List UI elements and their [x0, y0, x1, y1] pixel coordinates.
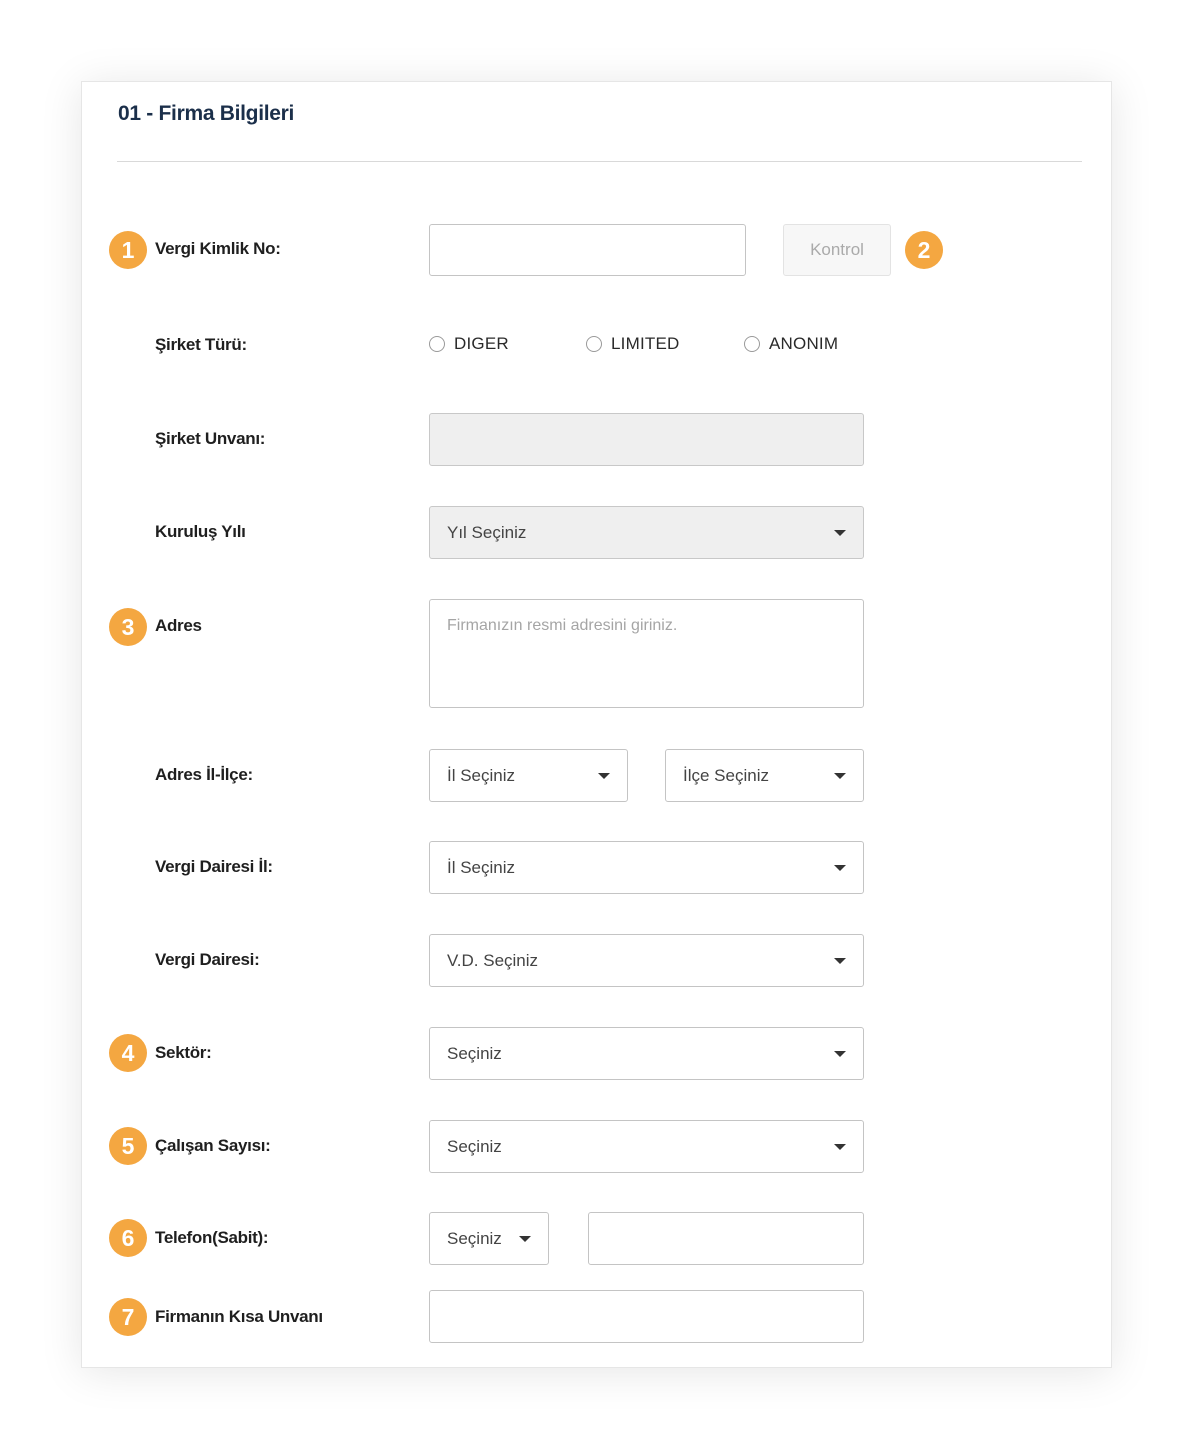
company-info-card: 01 - Firma Bilgileri 1 Vergi Kimlik No: …	[81, 81, 1112, 1368]
kisa-unvan-label: Firmanın Kısa Unvanı	[155, 1307, 323, 1326]
sektor-label: Sektör:	[155, 1043, 212, 1062]
step-badge-1: 1	[109, 231, 147, 269]
row-sirket-unvani: Şirket Unvanı:	[82, 413, 1111, 466]
radio-limited-circle[interactable]	[586, 336, 602, 352]
telefon-code-selected: Seçiniz	[447, 1228, 502, 1248]
row-vergi-dairesi-il: Vergi Dairesi İl: İl Seçiniz	[82, 841, 1111, 894]
step-badge-3: 3	[109, 608, 147, 646]
chevron-down-icon	[519, 1235, 531, 1242]
vergi-dairesi-il-selected: İl Seçiniz	[447, 857, 516, 877]
row-adres: 3 Adres Firmanızın resmi adresini girini…	[82, 599, 1111, 708]
vergi-dairesi-il-select[interactable]: İl Seçiniz	[429, 841, 864, 894]
row-vergi-kimlik: 1 Vergi Kimlik No: Kontrol 2	[82, 224, 1111, 276]
row-kurulus-yili: Kuruluş Yılı Yıl Seçiniz	[82, 506, 1111, 559]
row-vergi-dairesi: Vergi Dairesi: V.D. Seçiniz	[82, 934, 1111, 987]
step-badge-5: 5	[109, 1127, 147, 1165]
row-kisa-unvan: 7 Firmanın Kısa Unvanı	[82, 1290, 1111, 1343]
calisan-sayisi-selected: Seçiniz	[447, 1136, 502, 1156]
chevron-down-icon	[834, 529, 846, 536]
radio-anonim[interactable]: ANONIM	[744, 334, 838, 354]
kurulus-yili-selected: Yıl Seçiniz	[447, 522, 527, 542]
row-telefon: 6 Telefon(Sabit): Seçiniz	[82, 1212, 1111, 1265]
kisa-unvan-input[interactable]	[429, 1290, 864, 1343]
adres-il-selected: İl Seçiniz	[447, 765, 516, 785]
radio-diger-circle[interactable]	[429, 336, 445, 352]
row-sektor: 4 Sektör: Seçiniz	[82, 1027, 1111, 1080]
radio-diger-label: DIGER	[454, 334, 509, 353]
chevron-down-icon	[834, 1050, 846, 1057]
step-badge-7: 7	[109, 1298, 147, 1336]
telefon-label: Telefon(Sabit):	[155, 1228, 269, 1247]
adres-label: Adres	[155, 616, 202, 635]
adres-ilce-selected: İlçe Seçiniz	[683, 765, 769, 785]
chevron-down-icon	[834, 1143, 846, 1150]
vergi-dairesi-select[interactable]: V.D. Seçiniz	[429, 934, 864, 987]
row-sirket-turu: Şirket Türü: DIGER LIMITED ANONIM	[82, 330, 1111, 360]
chevron-down-icon	[834, 957, 846, 964]
sirket-turu-label: Şirket Türü:	[155, 335, 247, 354]
adres-il-select[interactable]: İl Seçiniz	[429, 749, 628, 802]
kurulus-yili-select[interactable]: Yıl Seçiniz	[429, 506, 864, 559]
chevron-down-icon	[598, 772, 610, 779]
vergi-dairesi-selected: V.D. Seçiniz	[447, 950, 539, 970]
radio-anonim-circle[interactable]	[744, 336, 760, 352]
adres-ilce-select[interactable]: İlçe Seçiniz	[665, 749, 864, 802]
telefon-number-input[interactable]	[588, 1212, 864, 1265]
sektor-selected: Seçiniz	[447, 1043, 502, 1063]
radio-anonim-label: ANONIM	[769, 334, 839, 353]
step-badge-4: 4	[109, 1034, 147, 1072]
section-title: 01 - Firma Bilgileri	[118, 102, 295, 125]
chevron-down-icon	[834, 772, 846, 779]
calisan-sayisi-label: Çalışan Sayısı:	[155, 1136, 271, 1155]
telefon-code-select[interactable]: Seçiniz	[429, 1212, 549, 1265]
title-divider	[117, 161, 1082, 162]
step-badge-2: 2	[905, 231, 943, 269]
vergi-kimlik-input[interactable]	[429, 224, 746, 276]
radio-diger[interactable]: DIGER	[429, 334, 586, 354]
vergi-dairesi-il-label: Vergi Dairesi İl:	[155, 857, 273, 876]
row-adres-il-ilce: Adres İl-İlçe: İl Seçiniz İlçe Seçiniz	[82, 749, 1111, 802]
radio-limited-label: LIMITED	[611, 334, 680, 353]
row-calisan-sayisi: 5 Çalışan Sayısı: Seçiniz	[82, 1120, 1111, 1173]
vergi-kimlik-label: Vergi Kimlik No:	[155, 239, 281, 258]
chevron-down-icon	[834, 864, 846, 871]
adres-il-ilce-label: Adres İl-İlçe:	[155, 765, 253, 784]
step-badge-6: 6	[109, 1219, 147, 1257]
sektor-select[interactable]: Seçiniz	[429, 1027, 864, 1080]
kontrol-button[interactable]: Kontrol	[783, 224, 891, 276]
sirket-unvani-input[interactable]	[429, 413, 864, 466]
calisan-sayisi-select[interactable]: Seçiniz	[429, 1120, 864, 1173]
adres-placeholder: Firmanızın resmi adresini giriniz.	[447, 617, 678, 634]
sirket-turu-radio-group: DIGER LIMITED ANONIM	[429, 334, 838, 354]
kurulus-yili-label: Kuruluş Yılı	[155, 522, 246, 541]
vergi-dairesi-label: Vergi Dairesi:	[155, 950, 260, 969]
radio-limited[interactable]: LIMITED	[586, 334, 744, 354]
adres-textarea[interactable]: Firmanızın resmi adresini giriniz.	[429, 599, 864, 708]
sirket-unvani-label: Şirket Unvanı:	[155, 429, 266, 448]
